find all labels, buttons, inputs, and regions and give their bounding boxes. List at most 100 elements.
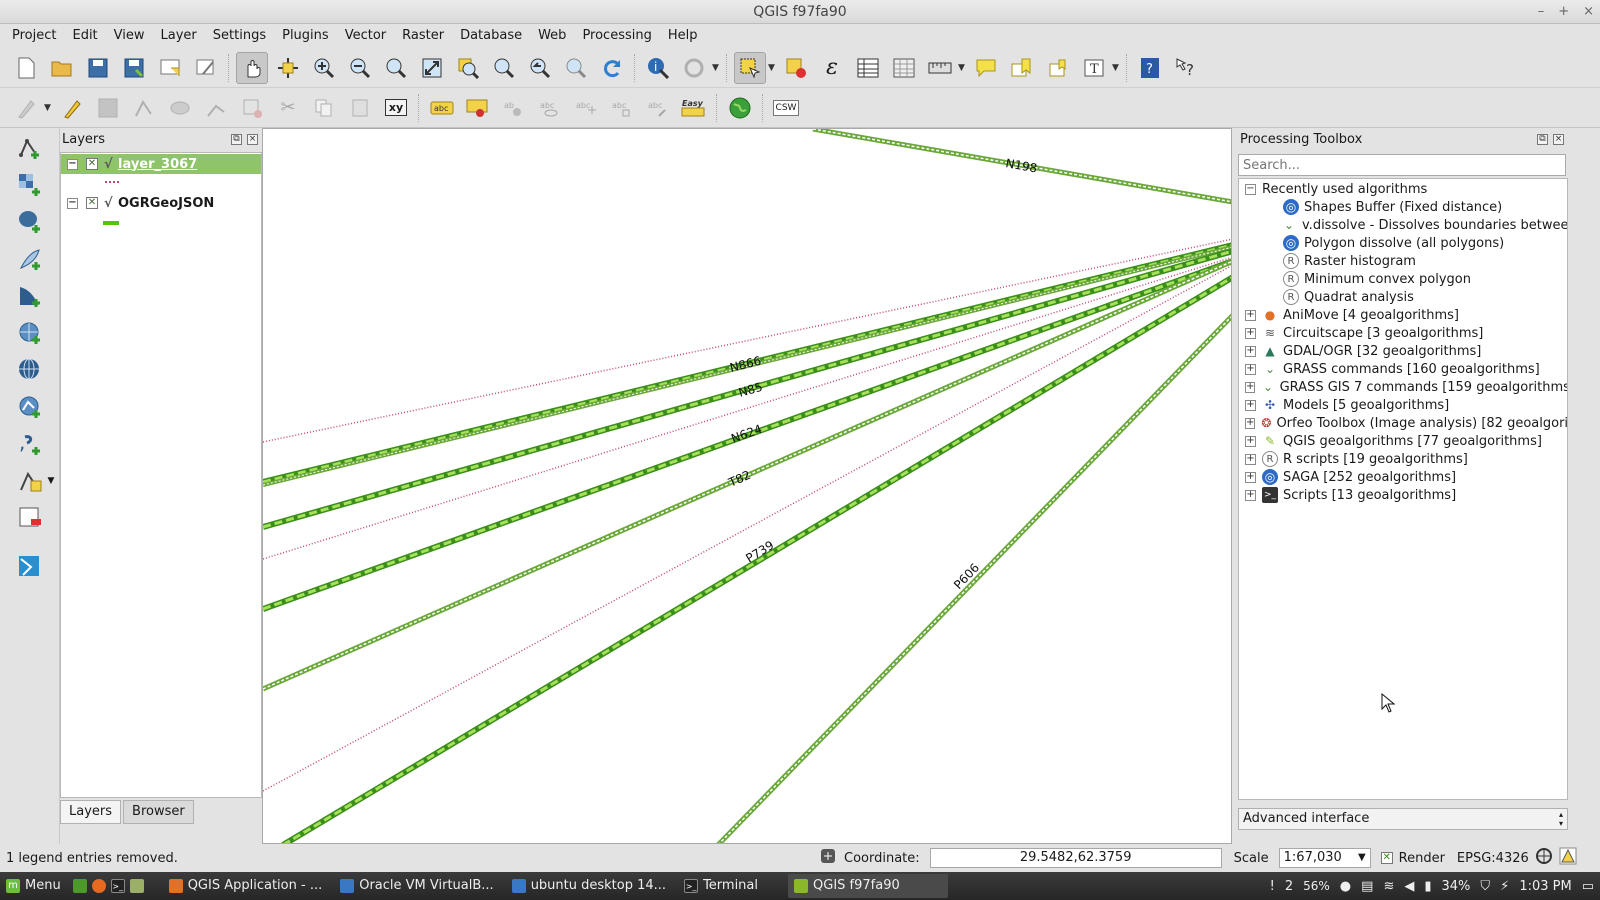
add-delimited-text-layer-icon[interactable]: , [12, 427, 48, 461]
list-item[interactable]: R Minimum convex polygon [1283, 270, 1567, 288]
easy-custom-labeling-icon[interactable]: Easy [678, 92, 710, 124]
clipboard-icon[interactable]: ▤ [1361, 879, 1373, 894]
add-wcs-layer-icon[interactable] [12, 353, 48, 387]
expand-icon[interactable]: + [1245, 453, 1256, 465]
notification-icon[interactable]: ! [1270, 879, 1275, 894]
measure-icon[interactable] [924, 52, 956, 84]
taskbar-item-terminal[interactable]: >_ Terminal [678, 874, 764, 898]
delete-selected-icon[interactable] [236, 92, 268, 124]
add-raster-layer-icon[interactable] [12, 168, 48, 202]
save-edits-icon[interactable] [92, 92, 124, 124]
layer-item-layer-3067[interactable]: − ✕ √ layer_3067 [61, 154, 261, 174]
list-item[interactable]: R Quadrat analysis [1283, 288, 1567, 306]
files-icon[interactable] [129, 879, 144, 893]
whats-this-icon[interactable]: ? [1170, 52, 1202, 84]
zoom-to-layer-icon[interactable] [488, 52, 520, 84]
csw-icon[interactable]: CSW [770, 92, 802, 124]
close-panel-icon[interactable]: × [247, 134, 258, 145]
close-button[interactable]: × [1583, 0, 1594, 24]
copy-features-icon[interactable] [308, 92, 340, 124]
menu-plugins[interactable]: Plugins [274, 24, 337, 48]
tab-layers[interactable]: Layers [60, 800, 122, 824]
zoom-full-icon[interactable] [416, 52, 448, 84]
remove-layer-icon[interactable] [12, 501, 48, 535]
wifi-icon[interactable]: ≋ [1383, 879, 1394, 894]
zoom-next-icon[interactable] [560, 52, 592, 84]
add-mssql-layer-icon[interactable] [12, 279, 48, 313]
menu-raster[interactable]: Raster [394, 24, 452, 48]
user-icon[interactable]: ● [1340, 879, 1351, 894]
list-item[interactable]: ◎ Polygon dissolve (all polygons) [1283, 234, 1567, 252]
move-feature-icon[interactable] [164, 92, 196, 124]
zoom-last-icon[interactable] [524, 52, 556, 84]
show-labels-icon[interactable]: abc [534, 92, 566, 124]
save-as-icon[interactable] [118, 52, 150, 84]
crs-globe-icon[interactable] [1535, 847, 1553, 869]
menu-edit[interactable]: Edit [64, 24, 105, 48]
cut-features-icon[interactable]: ✂ [272, 92, 304, 124]
battery-icon[interactable]: ▮ [1424, 879, 1431, 894]
menu-processing[interactable]: Processing [574, 24, 659, 48]
change-label-icon[interactable]: abc [642, 92, 674, 124]
expand-icon[interactable]: + [1245, 489, 1256, 501]
layer-visibility-checkbox[interactable]: ✕ [86, 158, 98, 170]
toggle-editing-icon[interactable] [56, 92, 88, 124]
tree-group-provider[interactable]: + ❂ Orfeo Toolbox (Image analysis) [82 geo… [1245, 414, 1567, 432]
list-item[interactable]: ⌄ v.dissolve - Dissolves boundaries betwe… [1281, 216, 1567, 234]
save-project-icon[interactable] [82, 52, 114, 84]
select-features-icon[interactable] [734, 51, 766, 84]
add-postgis-layer-icon[interactable] [12, 205, 48, 239]
layer-labeling-icon[interactable] [462, 92, 494, 124]
field-calculator-icon[interactable] [888, 52, 920, 84]
run-action-dropdown-icon[interactable]: ▼ [712, 63, 722, 73]
list-item[interactable]: R Raster histogram [1283, 252, 1567, 270]
menu-web[interactable]: Web [530, 24, 574, 48]
zoom-in-icon[interactable] [308, 52, 340, 84]
attribute-table-icon[interactable] [852, 52, 884, 84]
menu-database[interactable]: Database [452, 24, 530, 48]
new-print-composer-icon[interactable] [154, 52, 186, 84]
tree-group-provider[interactable]: + ⌄ GRASS commands [160 geoalgorithms] [1245, 360, 1567, 378]
taskbar-item-qgis[interactable]: QGIS f97fa90 [788, 874, 949, 898]
annotation-dropdown-icon[interactable]: ▼ [1112, 63, 1122, 73]
select-dropdown-icon[interactable]: ▼ [768, 63, 778, 73]
collapse-icon[interactable]: − [67, 197, 78, 209]
crs-status[interactable]: EPSG:4326 [1457, 851, 1529, 866]
float-panel-icon[interactable]: ⧉ [231, 134, 242, 145]
messages-warning-icon[interactable] [1559, 847, 1577, 869]
tree-group-provider[interactable]: + ⌄ GRASS GIS 7 commands [159 geoalgorithm… [1245, 378, 1567, 396]
terminal-launcher-icon[interactable]: >_ [110, 879, 125, 893]
render-checkbox[interactable]: ✕ [1380, 852, 1393, 864]
tree-group-provider[interactable]: + ≋ Circuitscape [3 geoalgorithms] [1245, 324, 1567, 342]
help-contents-icon[interactable]: ? [1134, 52, 1166, 84]
add-spatialite-layer-icon[interactable] [12, 242, 48, 276]
zoom-to-selection-icon[interactable] [452, 52, 484, 84]
collapse-icon[interactable]: − [67, 158, 78, 170]
start-menu-button[interactable]: m Menu [0, 874, 67, 898]
add-wfs-layer-icon[interactable] [12, 390, 48, 424]
add-wms-tile-layer-icon[interactable] [12, 549, 48, 583]
rotate-label-icon[interactable]: abc [606, 92, 638, 124]
show-desktop-tray-icon[interactable]: ▭ [1582, 879, 1594, 894]
collapse-icon[interactable]: − [1245, 183, 1256, 195]
tree-group-provider[interactable]: + ● AniMove [4 geoalgorithms] [1245, 306, 1567, 324]
toolbox-search-input[interactable] [1238, 154, 1566, 176]
new-shapefile-layer-icon[interactable]: ▼ [12, 464, 60, 498]
map-tips-icon[interactable] [970, 52, 1002, 84]
shield-icon[interactable]: ⛉ [1480, 879, 1490, 894]
add-vector-layer-icon[interactable] [12, 131, 48, 165]
expand-icon[interactable]: + [1245, 435, 1256, 447]
list-item[interactable]: ◎ Shapes Buffer (Fixed distance) [1283, 198, 1567, 216]
pan-map-icon[interactable] [236, 51, 268, 84]
tree-group-provider[interactable]: + >_ Scripts [13 geoalgorithms] [1245, 486, 1567, 504]
interface-mode-select[interactable]: Advanced interface ▴ ▾ [1238, 808, 1568, 830]
refresh-icon[interactable] [596, 52, 628, 84]
expand-icon[interactable]: + [1245, 309, 1256, 321]
move-label-icon[interactable]: abc [570, 92, 602, 124]
composer-manager-icon[interactable] [190, 52, 222, 84]
layer-item-ogrgeojson[interactable]: − ✕ √ OGRGeoJSON [61, 193, 261, 213]
map-canvas[interactable]: N198 N866 N85 N624 T82 P739 P606 [262, 128, 1232, 844]
deselect-all-icon[interactable] [780, 52, 812, 84]
identify-icon[interactable]: i [642, 52, 674, 84]
zoom-native-icon[interactable] [380, 52, 412, 84]
